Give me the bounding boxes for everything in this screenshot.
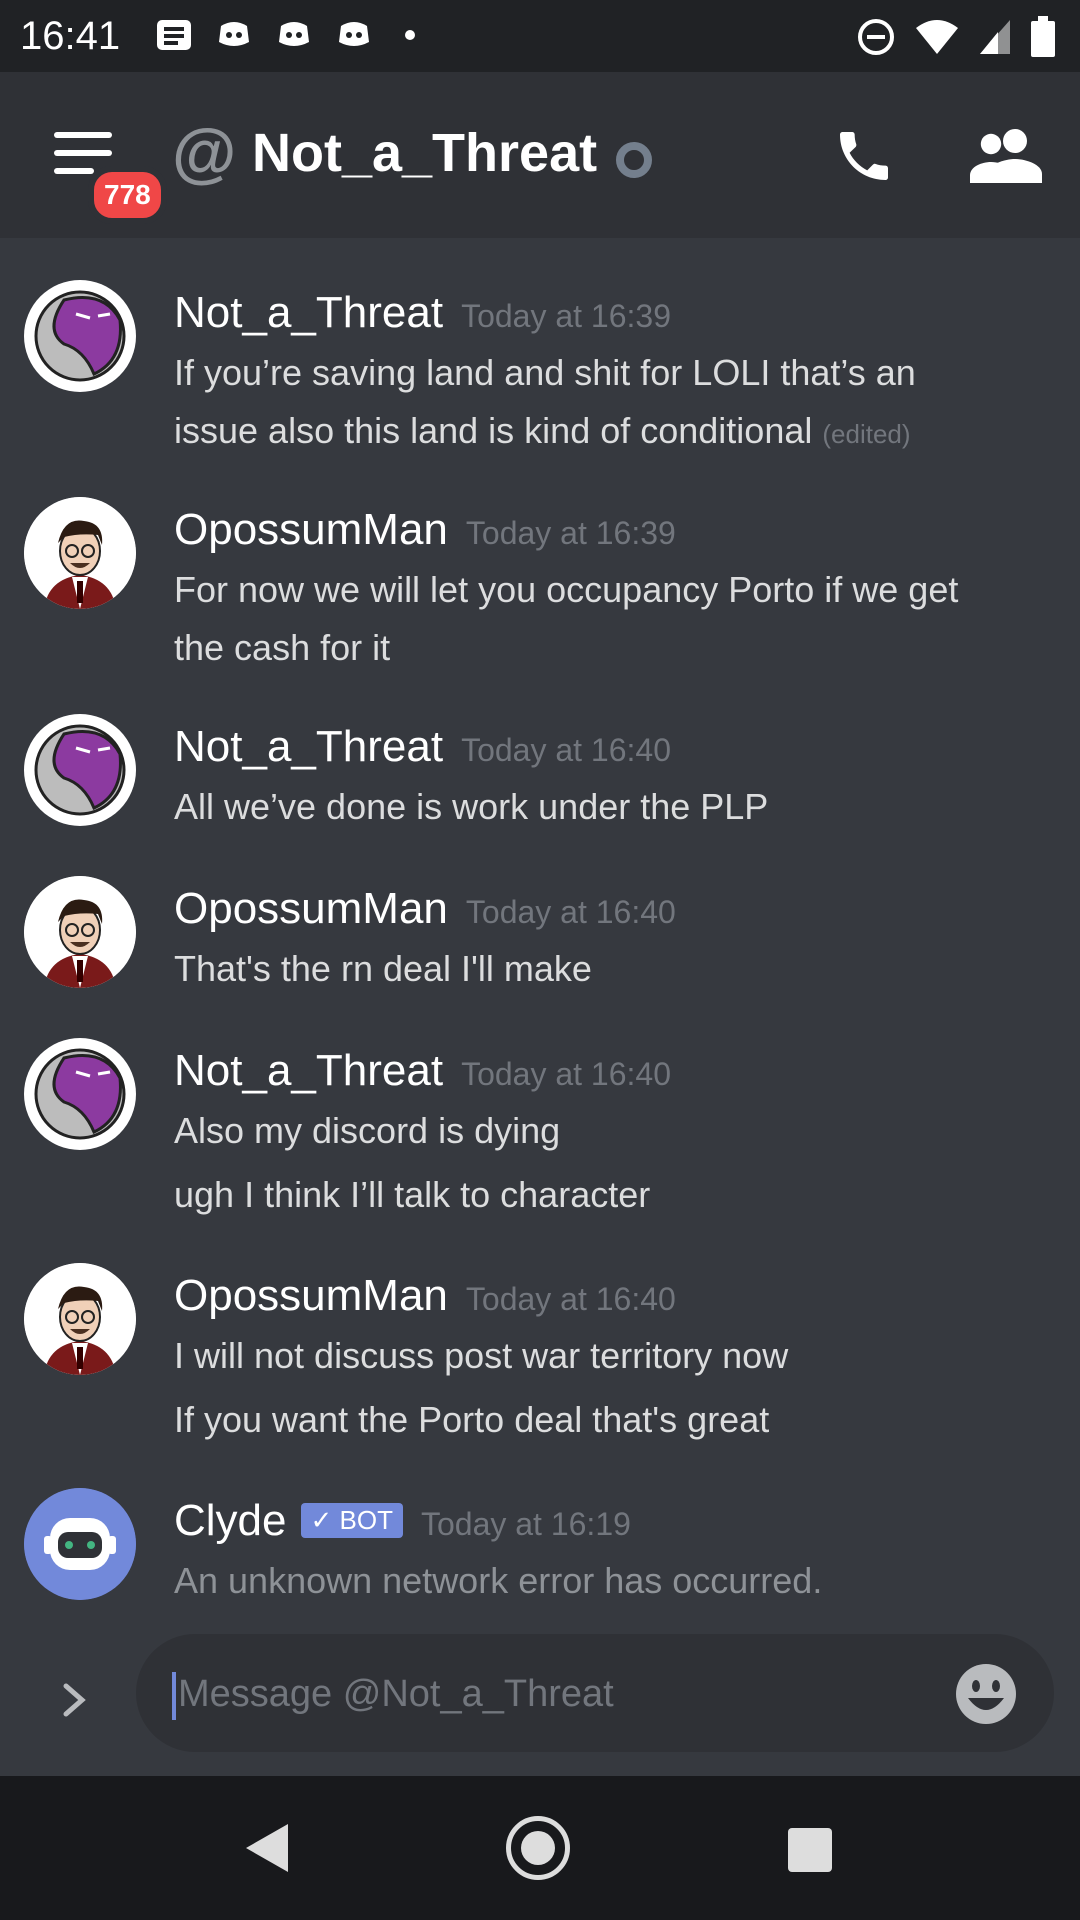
- emoji-icon[interactable]: [954, 1662, 1018, 1726]
- purple-blob-avatar-icon: [28, 718, 132, 822]
- home-icon[interactable]: [506, 1816, 570, 1880]
- offline-status-icon: [616, 142, 652, 178]
- message-text: If you want the Porto deal that's great: [174, 1399, 770, 1440]
- more-notifications-dot-icon: [405, 30, 415, 40]
- phone-icon[interactable]: [832, 124, 896, 188]
- menu-line: [54, 168, 94, 174]
- avatar[interactable]: [24, 280, 136, 392]
- avatar[interactable]: [24, 1038, 136, 1150]
- purple-blob-avatar-icon: [28, 284, 132, 388]
- message-text: For now we will let you occupancy Porto …: [174, 569, 959, 610]
- message-input-container: [136, 1634, 1054, 1752]
- message-author[interactable]: OpossumMan: [174, 884, 448, 933]
- unread-count-badge: 778: [88, 166, 167, 224]
- avatar[interactable]: [24, 1488, 136, 1600]
- avatar[interactable]: [24, 714, 136, 826]
- message-timestamp: Today at 16:40: [461, 1056, 671, 1092]
- back-icon[interactable]: [244, 1822, 290, 1874]
- message-author[interactable]: Clyde: [174, 1496, 287, 1545]
- cell-signal-icon: [980, 20, 1010, 54]
- do-not-disturb-icon: [858, 19, 894, 55]
- message-text: All we’ve done is work under the PLP: [174, 786, 769, 827]
- message-author[interactable]: OpossumMan: [174, 1271, 448, 1320]
- message-text: That's the rn deal I'll make: [174, 948, 592, 989]
- edited-label: (edited): [822, 419, 911, 449]
- avatar[interactable]: [24, 497, 136, 609]
- man-portrait-avatar-icon: [24, 876, 136, 988]
- recent-apps-icon[interactable]: [788, 1828, 832, 1872]
- message-text: issue also this land is kind of conditio…: [174, 410, 911, 452]
- menu-line: [54, 150, 112, 156]
- message-timestamp: Today at 16:39: [465, 515, 676, 551]
- man-portrait-avatar-icon: [24, 497, 136, 609]
- message-author[interactable]: OpossumMan: [174, 505, 448, 554]
- message-text: I will not discuss post war territory no…: [174, 1335, 789, 1376]
- message-text: An unknown network error has occurred.: [174, 1560, 823, 1601]
- channel-title: Not_a_Threat: [252, 123, 598, 183]
- message-timestamp: Today at 16:40: [461, 732, 671, 768]
- message-text: ugh I think I’ll talk to character: [174, 1174, 651, 1215]
- message-text-segment: issue also this land is kind of conditio…: [174, 410, 813, 451]
- discord-notification-icon: [219, 22, 249, 46]
- message-timestamp: Today at 16:40: [465, 894, 676, 930]
- message-text: the cash for it: [174, 627, 391, 668]
- status-time: 16:41: [20, 14, 121, 58]
- news-notification-icon: [157, 20, 191, 50]
- discord-notification-icon: [279, 22, 309, 46]
- android-navigation-bar: [0, 1776, 1080, 1920]
- man-portrait-avatar-icon: [24, 1263, 136, 1375]
- message-author[interactable]: Not_a_Threat: [174, 1046, 443, 1095]
- message-timestamp: Today at 16:39: [461, 298, 671, 334]
- clyde-bot-avatar-icon: [24, 1488, 136, 1600]
- battery-icon: [1031, 16, 1055, 57]
- wifi-icon: [916, 20, 958, 54]
- channel-header: 778 @ Not_a_Threat: [0, 72, 1080, 238]
- message-author[interactable]: Not_a_Threat: [174, 288, 443, 337]
- chevron-right-icon[interactable]: [56, 1676, 92, 1724]
- composer: [0, 1630, 1080, 1776]
- message-text: If you’re saving land and shit for LOLI …: [174, 352, 916, 393]
- bot-tag: ✓ BOT: [300, 1503, 403, 1538]
- purple-blob-avatar-icon: [28, 1042, 132, 1146]
- menu-line: [54, 132, 112, 138]
- message-author[interactable]: Not_a_Threat: [174, 722, 443, 771]
- at-icon: @: [172, 115, 237, 189]
- message-timestamp: Today at 16:19: [420, 1506, 631, 1542]
- avatar[interactable]: [24, 876, 136, 988]
- avatar[interactable]: [24, 1263, 136, 1375]
- message-timestamp: Today at 16:40: [465, 1281, 676, 1317]
- status-bar: 16:41: [0, 0, 1080, 72]
- discord-notification-icon: [339, 22, 369, 46]
- message-text: Also my discord is dying: [174, 1110, 561, 1151]
- members-icon[interactable]: [970, 126, 1042, 186]
- message-input[interactable]: [176, 1662, 880, 1726]
